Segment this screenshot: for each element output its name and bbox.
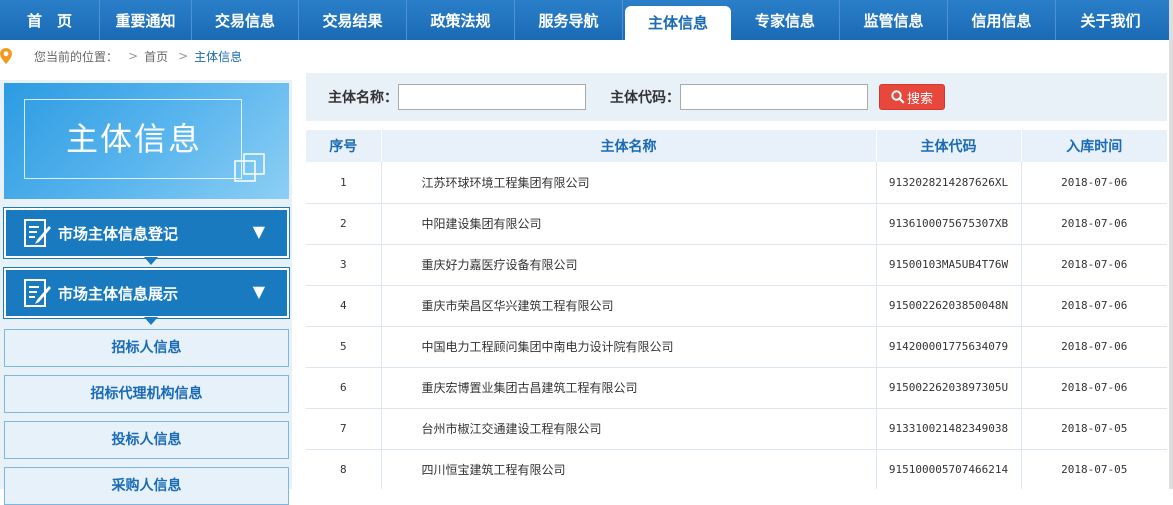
row-entity-code: 915100005707466214 — [876, 449, 1022, 489]
column-header-name: 主体名称 — [381, 130, 877, 162]
sidebar-section-label: 市场主体信息登记 — [58, 224, 179, 243]
row-date: 2018-07-06 — [1021, 285, 1167, 327]
nav-item-service-nav[interactable]: 服务导航 — [515, 0, 623, 40]
top-nav: 首 页 重要通知 交易信息 交易结果 政策法规 服务导航 主体信息 专家信息 监… — [0, 0, 1173, 40]
row-entity-name[interactable]: 重庆市荣昌区华兴建筑工程有限公司 — [381, 285, 877, 327]
row-entity-name[interactable]: 中阳建设集团有限公司 — [381, 203, 877, 245]
row-date: 2018-07-06 — [1021, 326, 1167, 368]
search-bar: 主体名称： 主体代码： 搜索 — [306, 73, 1167, 121]
banner-frame: 主体信息 — [24, 99, 242, 179]
row-index: 2 — [306, 203, 382, 245]
nav-item-credit[interactable]: 信用信息 — [948, 0, 1056, 40]
row-entity-code: 914200001775634079 — [876, 326, 1022, 368]
table-row[interactable]: 4 重庆市荣昌区华兴建筑工程有限公司 91500226203850048N 20… — [306, 285, 1167, 327]
menu-notch — [144, 257, 158, 265]
search-button-label: 搜索 — [906, 91, 933, 107]
row-entity-name[interactable]: 台州市椒江交通建设工程有限公司 — [381, 408, 877, 450]
breadcrumb-current[interactable]: 主体信息 — [194, 48, 242, 65]
table-row[interactable]: 2 中阳建设集团有限公司 913610007567530​7XB 2018-07… — [306, 203, 1167, 245]
nav-item-notices[interactable]: 重要通知 — [100, 0, 192, 40]
table-row[interactable]: 6 重庆宏博置业集团古昌建筑工程有限公司 91500226203897305U … — [306, 367, 1167, 409]
row-entity-code: 913610007567530​7XB — [876, 203, 1022, 245]
breadcrumb-home[interactable]: 首页 — [144, 48, 168, 65]
row-entity-code: 91500226203897305U — [876, 367, 1022, 409]
sidebar-link-bidder[interactable]: 投标人信息 — [4, 421, 289, 459]
row-date: 2018-07-05 — [1021, 449, 1167, 489]
document-edit-icon — [24, 279, 51, 307]
row-index: 8 — [306, 449, 382, 489]
row-index: 6 — [306, 367, 382, 409]
breadcrumb: 您当前的位置： > 首页 > 主体信息 — [0, 44, 1173, 68]
row-date: 2018-07-06 — [1021, 244, 1167, 286]
column-header-date: 入库时间 — [1021, 130, 1167, 162]
row-date: 2018-07-06 — [1021, 367, 1167, 409]
sidebar-banner: 主体信息 — [4, 83, 289, 199]
row-entity-name[interactable]: 重庆好力嘉医疗设备有限公司 — [381, 244, 877, 286]
sidebar-section-entity-display[interactable]: 市场主体信息展示 ▼ — [3, 267, 290, 325]
squares-decoration-icon — [234, 153, 265, 182]
row-entity-code: 913310021482349038 — [876, 408, 1022, 450]
table-header-row: 序号 主体名称 主体代码 入库时间 — [306, 130, 1167, 162]
row-entity-name[interactable]: 中国电力工程顾问集团中南电力设计院有限公司 — [381, 326, 877, 368]
location-pin-icon — [0, 48, 12, 64]
nav-item-supervision[interactable]: 监管信息 — [840, 0, 948, 40]
row-index: 4 — [306, 285, 382, 327]
breadcrumb-separator: > — [178, 49, 189, 63]
table-row[interactable]: 1 江苏环球环境工程集团有限公司 9132028214287626XL 2018… — [306, 162, 1167, 204]
column-header-index: 序号 — [306, 130, 382, 162]
nav-item-entity-info[interactable]: 主体信息 — [625, 6, 731, 40]
nav-item-policy[interactable]: 政策法规 — [407, 0, 515, 40]
results-table-container: 序号 主体名称 主体代码 入库时间 1 江苏环球环境工程集团有限公司 91320… — [306, 130, 1167, 489]
search-button[interactable]: 搜索 — [879, 84, 945, 110]
page-scrollbar[interactable] — [1169, 0, 1173, 489]
table-row[interactable]: 3 重庆好力嘉医疗设备有限公司 91500103MA5UB4T76W 2018-… — [306, 244, 1167, 286]
entity-code-input[interactable] — [680, 84, 868, 110]
row-date: 2018-07-06 — [1021, 162, 1167, 204]
nav-item-home[interactable]: 首 页 — [0, 0, 100, 40]
entity-name-input[interactable] — [398, 84, 586, 110]
table-row[interactable]: 7 台州市椒江交通建设工程有限公司 913310021482349038 201… — [306, 408, 1167, 450]
row-index: 1 — [306, 162, 382, 204]
nav-item-trade-results[interactable]: 交易结果 — [299, 0, 407, 40]
triangle-down-icon: ▼ — [252, 282, 265, 301]
banner-title: 主体信息 — [65, 120, 202, 158]
sidebar: 主体信息 市场主体信息登记 ▼ 市场主体信息展示 ▼ 招标人信息 招标代理机构信… — [0, 80, 292, 505]
breadcrumb-prefix: 您当前的位置： — [34, 49, 119, 64]
document-edit-icon — [24, 219, 51, 247]
row-index: 3 — [306, 244, 382, 286]
results-table: 序号 主体名称 主体代码 入库时间 1 江苏环球环境工程集团有限公司 91320… — [306, 130, 1167, 489]
entity-code-label: 主体代码： — [610, 90, 680, 106]
row-entity-code: 9132028214287626XL — [876, 162, 1022, 204]
sidebar-link-tender-agency[interactable]: 招标代理机构信息 — [4, 375, 289, 413]
entity-name-label: 主体名称： — [328, 90, 398, 106]
row-entity-code: 91500226203850048N — [876, 285, 1022, 327]
row-entity-name[interactable]: 重庆宏博置业集团古昌建筑工程有限公司 — [381, 367, 877, 409]
sidebar-link-purchaser[interactable]: 采购人信息 — [4, 467, 289, 505]
table-row[interactable]: 8 四川恒宝建筑工程有限公司 915100005707466214 2018-0… — [306, 449, 1167, 489]
row-entity-name[interactable]: 四川恒宝建筑工程有限公司 — [381, 449, 877, 489]
row-entity-code: 91500103MA5UB4T76W — [876, 244, 1022, 286]
breadcrumb-separator: > — [128, 49, 139, 63]
nav-item-experts[interactable]: 专家信息 — [731, 0, 840, 40]
row-date: 2018-07-06 — [1021, 203, 1167, 245]
menu-notch — [144, 317, 158, 325]
sidebar-section-entity-registration[interactable]: 市场主体信息登记 ▼ — [3, 207, 290, 265]
nav-item-about[interactable]: 关于我们 — [1056, 0, 1165, 40]
table-row[interactable]: 5 中国电力工程顾问集团中南电力设计院有限公司 9142000017756340… — [306, 326, 1167, 368]
row-date: 2018-07-05 — [1021, 408, 1167, 450]
sidebar-link-tenderer[interactable]: 招标人信息 — [4, 329, 289, 367]
triangle-down-icon: ▼ — [252, 222, 265, 241]
row-index: 7 — [306, 408, 382, 450]
column-header-code: 主体代码 — [876, 130, 1022, 162]
nav-item-trade-info[interactable]: 交易信息 — [192, 0, 299, 40]
row-entity-name[interactable]: 江苏环球环境工程集团有限公司 — [381, 162, 877, 204]
row-index: 5 — [306, 326, 382, 368]
sidebar-section-label: 市场主体信息展示 — [58, 284, 179, 303]
search-icon — [891, 90, 905, 104]
